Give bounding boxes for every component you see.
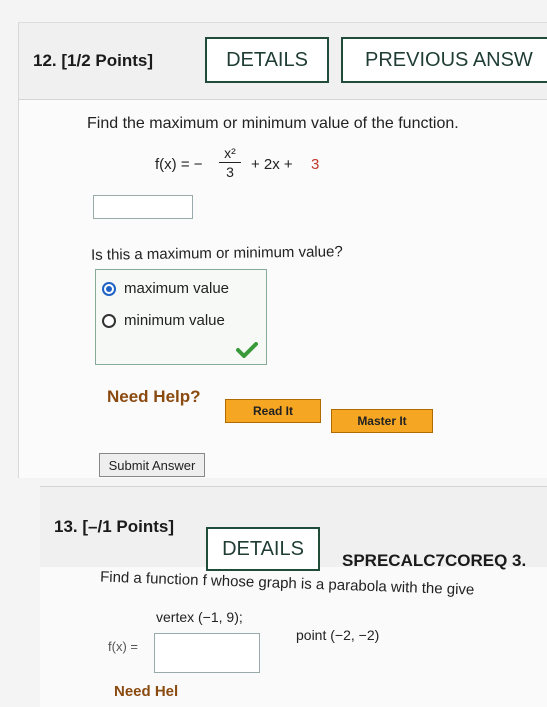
previous-answers-button[interactable]: PREVIOUS ANSW (341, 37, 547, 83)
answer-input[interactable] (93, 195, 193, 219)
question-12-prompt: Find the maximum or minimum value of the… (87, 115, 459, 132)
function-constant: 3 (311, 156, 320, 173)
fraction-bar (219, 162, 241, 163)
master-it-button[interactable]: Master It (331, 409, 433, 433)
need-help-label: Need Help? (107, 387, 201, 406)
fraction-numerator: x² (224, 145, 236, 161)
point-text: point (−2, −2) (296, 627, 380, 643)
fraction: x² 3 (219, 145, 241, 180)
fx-label: f(x) = (108, 639, 138, 654)
question-13-header: 13. [–/1 Points] DETAILS SPRECALC7COREQ … (40, 487, 547, 571)
choice-box: maximum value minimum value (95, 269, 267, 365)
function-middle: + 2x + (251, 156, 293, 173)
details-button[interactable]: DETAILS (205, 37, 329, 83)
fraction-denominator: 3 (226, 164, 234, 180)
mc-question: Is this a maximum or minimum value? (90, 243, 343, 264)
option-minimum[interactable]: minimum value (102, 312, 225, 329)
question-13-panel: 13. [–/1 Points] DETAILS SPRECALC7COREQ … (40, 486, 547, 707)
answer-input[interactable] (154, 633, 260, 673)
read-it-button[interactable]: Read It (225, 399, 321, 423)
option-label: maximum value (124, 280, 230, 297)
question-12-header: 12. [1/2 Points] DETAILS PREVIOUS ANSW (19, 23, 547, 100)
option-maximum[interactable]: maximum value (102, 280, 229, 297)
question-12-panel: 12. [1/2 Points] DETAILS PREVIOUS ANSW F… (18, 22, 547, 478)
function-prefix: f(x) = − (155, 156, 203, 173)
details-button[interactable]: DETAILS (206, 527, 320, 571)
need-help-label: Need Hel (114, 683, 179, 700)
question-13-prompt: Find a function f whose graph is a parab… (99, 568, 475, 599)
radio-selected-icon[interactable] (102, 281, 116, 296)
question-13-label: 13. [–/1 Points] (54, 517, 174, 536)
vertex-text: vertex (−1, 9); (156, 609, 243, 625)
checkmark-icon (236, 342, 258, 358)
option-label: minimum value (124, 312, 225, 329)
submit-answer-button[interactable]: Submit Answer (99, 453, 205, 477)
course-code: SPRECALC7COREQ 3. (342, 551, 527, 570)
question-12-label: 12. [1/2 Points] (33, 51, 153, 70)
radio-icon[interactable] (102, 313, 116, 328)
